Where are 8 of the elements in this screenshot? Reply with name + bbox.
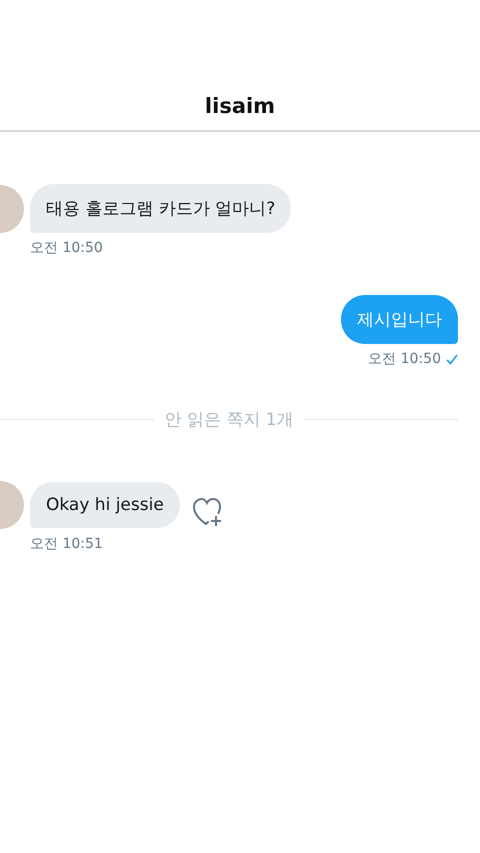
message-time: 오전 10:50 xyxy=(30,239,103,257)
message-bubble: Okay hi jessie xyxy=(30,482,180,528)
chat-title: lisaim xyxy=(204,94,276,118)
unread-divider-label: 안 읽은 쪽지 1개 xyxy=(164,409,294,431)
message-bubble: 태용 홀로그램 카드가 얼마니? xyxy=(30,184,292,233)
message-time: 오전 10:51 xyxy=(30,535,103,553)
message-time: 오전 10:50 xyxy=(368,350,441,368)
message-bubble: 제시입니다 xyxy=(341,295,458,344)
